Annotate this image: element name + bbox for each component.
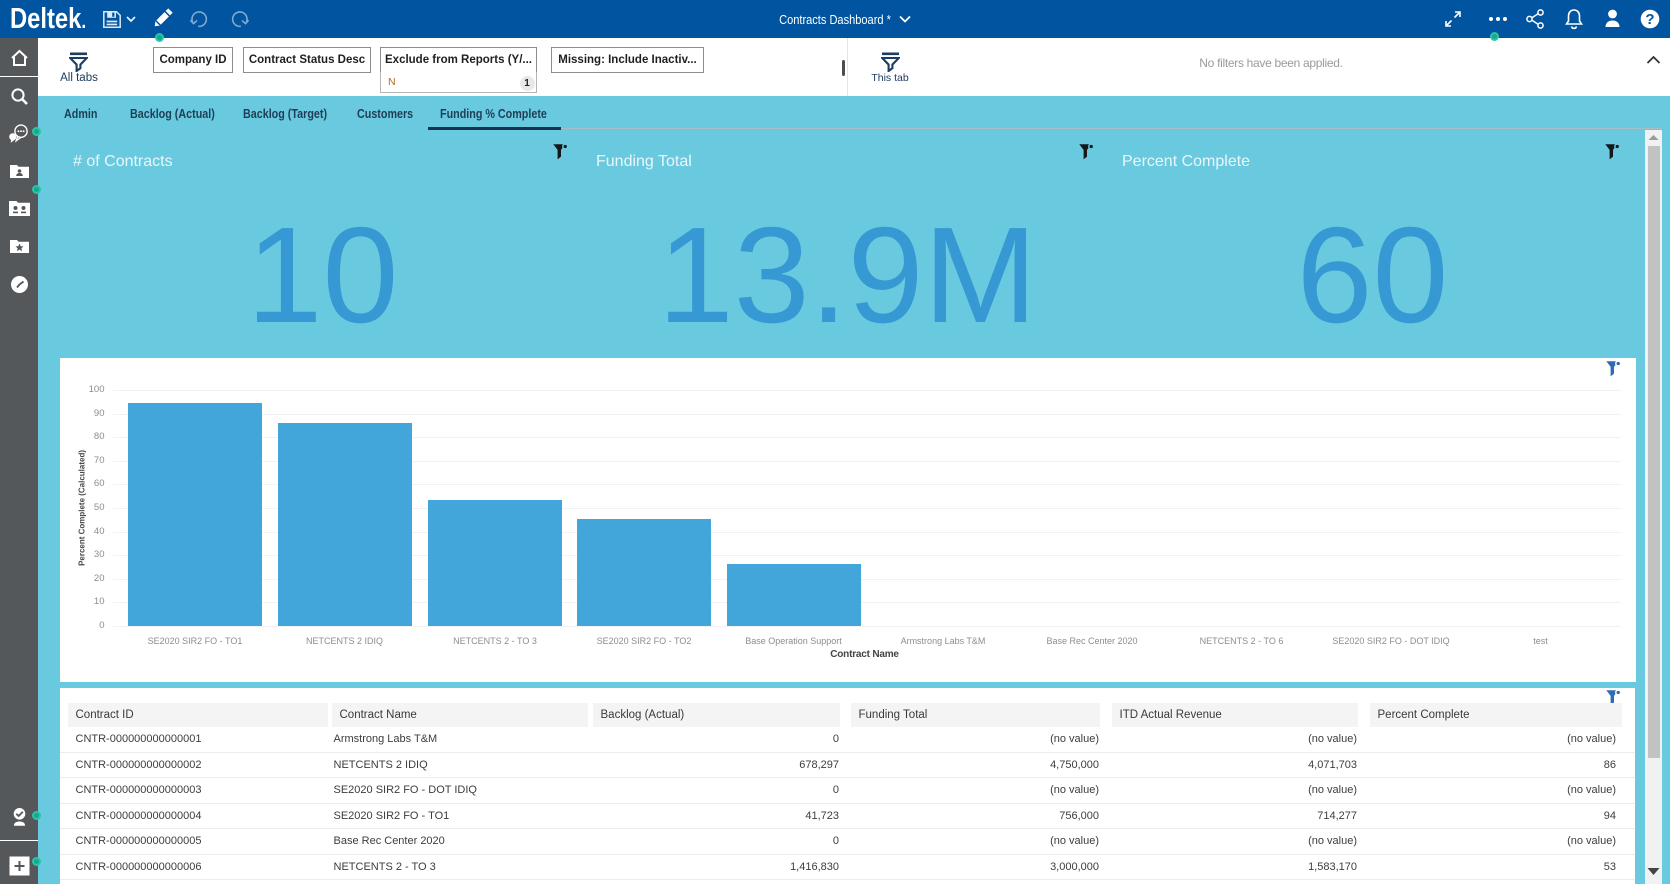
svg-text:?: ? — [1645, 11, 1654, 28]
